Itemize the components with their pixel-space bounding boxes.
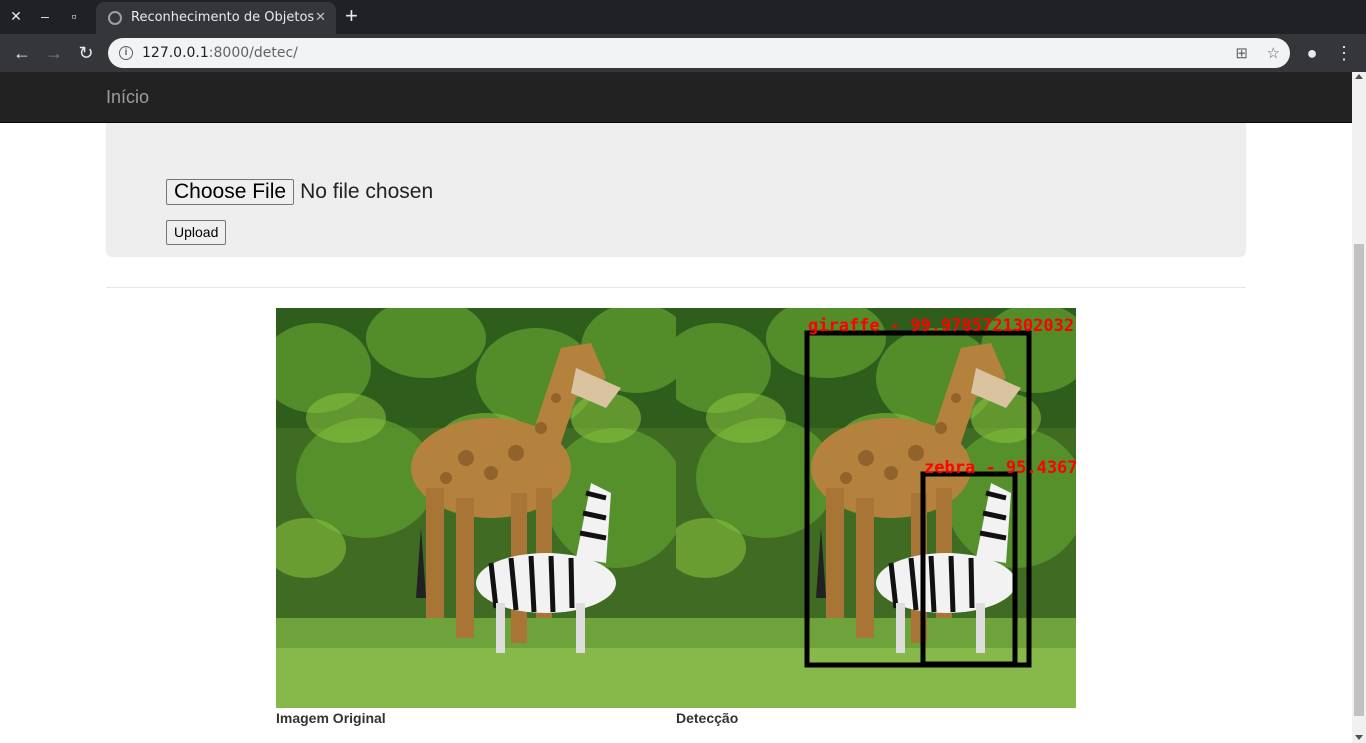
forward-icon[interactable]: → [42,41,66,65]
maximize-window-icon[interactable]: ▫ [65,7,83,25]
new-tab-icon[interactable]: + [345,4,358,28]
page-scrollbar[interactable] [1352,72,1366,743]
divider [106,287,1246,288]
browser-tab[interactable]: Reconhecimento de Objetos ✕ [96,2,336,34]
scroll-up-arrow-icon[interactable] [1355,74,1363,79]
file-input[interactable]: Choose File No file chosen [166,179,433,205]
star-icon[interactable]: ☆ [1267,44,1280,62]
detection-caption: Detecção [676,710,739,726]
no-file-label: No file chosen [300,180,434,203]
original-caption: Imagem Original [276,710,386,726]
url-text[interactable]: 127.0.0.1:8000/detec/ [142,45,298,61]
tab-title: Reconhecimento de Objetos [131,10,315,25]
scrollbar-thumb[interactable] [1354,244,1364,716]
navbar-brand[interactable]: Início [106,87,149,108]
back-icon[interactable]: ← [10,41,34,65]
upload-button[interactable]: Upload [166,220,227,245]
tab-close-icon[interactable]: ✕ [315,9,326,25]
zebra-detection-label: zebra - 95.4367 [924,458,1076,478]
giraffe-detection-label: giraffe - 99.9785721302032 [808,316,1074,336]
detection-scene: giraffe - 99.9785721302032 zebra - 95.43… [676,308,1076,708]
translate-icon[interactable]: ⊞ [1235,44,1248,62]
account-icon[interactable]: ● [1300,41,1324,65]
url-host: 127.0.0.1 [142,45,209,61]
address-bar[interactable]: i 127.0.0.1:8000/detec/ ⊞ ☆ [108,38,1290,68]
detection-image: giraffe - 99.9785721302032 zebra - 95.43… [676,308,1076,708]
reload-icon[interactable]: ↻ [74,41,98,65]
scroll-down-arrow-icon[interactable] [1355,735,1363,740]
minimize-window-icon[interactable]: – [36,7,54,25]
site-navbar: Início [0,72,1352,123]
close-window-icon[interactable]: ✕ [7,7,25,25]
original-scene [276,308,676,708]
info-icon[interactable]: i [119,46,133,60]
choose-file-button[interactable]: Choose File [166,179,295,205]
browser-toolbar: ← → ↻ i 127.0.0.1:8000/detec/ ⊞ ☆ ● ⋮ [0,34,1366,72]
globe-icon [108,11,122,25]
browser-tabstrip: ✕ – ▫ Reconhecimento de Objetos ✕ + [0,0,1366,34]
original-image [276,308,676,708]
page-viewport: Início Choose File No file chosen Upload [0,72,1366,743]
menu-icon[interactable]: ⋮ [1332,41,1356,65]
url-path: :8000/detec/ [208,45,298,61]
